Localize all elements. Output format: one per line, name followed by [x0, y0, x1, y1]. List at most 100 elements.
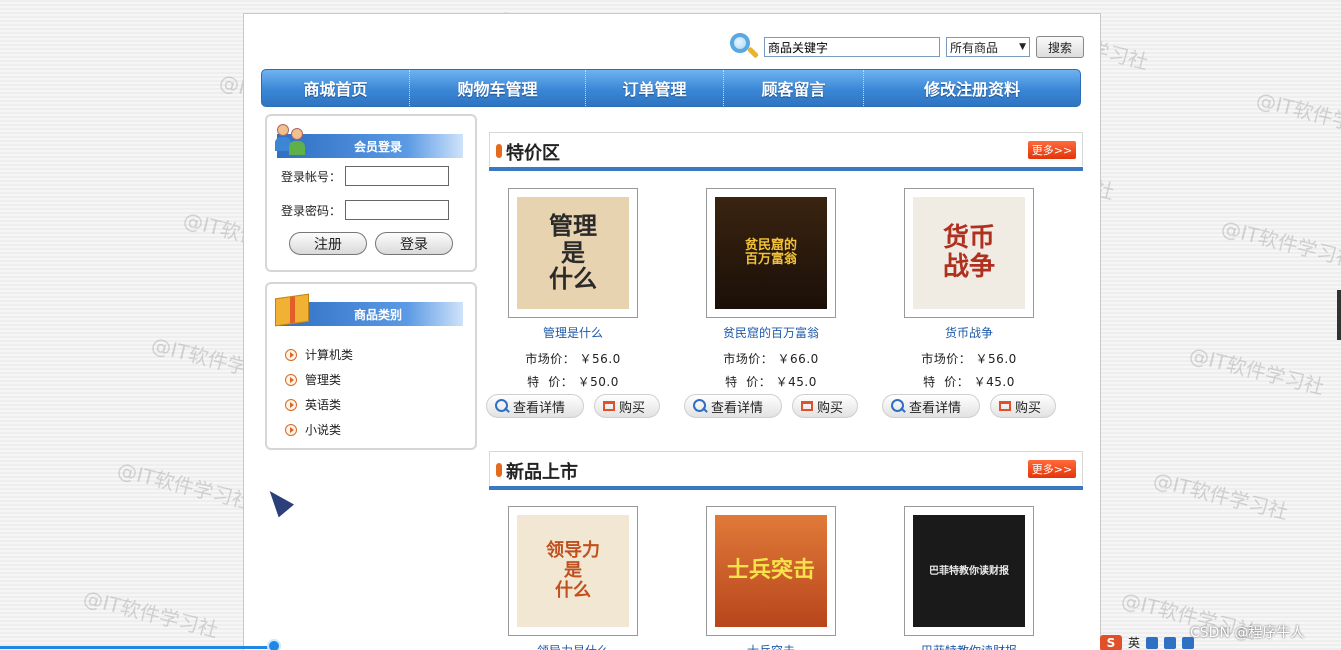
buy-button[interactable]: 购买 [990, 394, 1056, 418]
view-detail-label: 查看详情 [513, 400, 566, 416]
ime-tool-icon[interactable] [1164, 636, 1177, 649]
product-image[interactable]: 贫民窟的 百万富翁 [706, 188, 836, 318]
nav-messages[interactable]: 顾客留言 [724, 70, 864, 106]
register-button[interactable]: 注册 [289, 232, 367, 255]
members-icon [275, 124, 311, 158]
ime-tool-icon[interactable] [1182, 636, 1195, 649]
new-arrivals-header: 新品上市 更多>> [489, 451, 1083, 490]
search-input[interactable] [764, 37, 940, 57]
section-title: 特价区 [506, 143, 560, 164]
account-label: 登录帐号： [281, 169, 342, 184]
special-price-row: 特 价： ￥45.0 [676, 373, 866, 390]
sogou-logo-icon[interactable]: S [1100, 634, 1122, 650]
buy-button[interactable]: 购买 [792, 394, 858, 418]
special-price-row: 特 价： ￥45.0 [874, 373, 1064, 390]
search-button[interactable]: 搜索 [1036, 36, 1084, 58]
buy-label: 购买 [1015, 400, 1042, 416]
product-card: 贫民窟的 百万富翁 贫民窟的百万富翁 市场价： ￥66.0 特 价： ￥45.0… [676, 188, 866, 418]
progress-handle[interactable] [267, 639, 281, 650]
password-label: 登录密码： [281, 203, 342, 218]
watermark: @IT软件学习社 [1186, 342, 1327, 400]
category-label: 管理类 [305, 373, 342, 387]
cover-title: 巴菲特教你读财报 [929, 565, 1009, 577]
product-name[interactable]: 巴菲特教你读财报 [874, 642, 1064, 650]
book-cover: 货币 战争 [913, 197, 1025, 309]
magnifier-icon [891, 399, 905, 413]
login-button[interactable]: 登录 [375, 232, 453, 255]
market-price-label: 市场价： [525, 352, 576, 366]
ime-tool-icon[interactable] [1146, 636, 1159, 649]
account-input[interactable] [345, 166, 450, 186]
book-cover: 士兵突击 [715, 515, 827, 627]
progress-bar[interactable] [0, 646, 274, 649]
market-price-label: 市场价： [723, 352, 774, 366]
product-name[interactable]: 领导力是什么 [478, 642, 668, 650]
view-detail-button[interactable]: 查看详情 [882, 394, 980, 418]
product-image[interactable]: 士兵突击 [706, 506, 836, 636]
magnifier-icon [495, 399, 509, 413]
nav-profile[interactable]: 修改注册资料 [864, 70, 1080, 106]
category-panel: 商品类别 计算机类 管理类 英语类 小说类 [265, 282, 477, 450]
category-item[interactable]: 英语类 [285, 392, 353, 417]
magnifier-icon [728, 31, 760, 63]
credit-text: CSDN @程序牛人 [1190, 625, 1305, 641]
product-image[interactable]: 货币 战争 [904, 188, 1034, 318]
password-input[interactable] [345, 200, 450, 220]
ime-toolbar: S 英 [1100, 634, 1195, 650]
view-detail-button[interactable]: 查看详情 [684, 394, 782, 418]
product-actions: 查看详情 购买 [676, 394, 866, 418]
cover-title: 领导力 是 什么 [546, 540, 600, 601]
special-price: ￥45.0 [973, 375, 1015, 389]
cart-icon [603, 401, 615, 411]
product-image[interactable]: 巴菲特教你读财报 [904, 506, 1034, 636]
nav-cart[interactable]: 购物车管理 [410, 70, 586, 106]
product-actions: 查看详情 购买 [874, 394, 1064, 418]
category-select[interactable]: 所有商品 ▼ [946, 37, 1030, 57]
more-button[interactable]: 更多>> [1028, 460, 1076, 478]
login-panel: 会员登录 登录帐号： 登录密码： 注册 登录 [265, 114, 477, 272]
special-price-label: 特 价： [923, 375, 970, 389]
buy-label: 购买 [619, 400, 646, 416]
special-price-row: 特 价： ￥50.0 [478, 373, 668, 390]
category-label: 小说类 [305, 423, 342, 437]
special-price-label: 特 价： [527, 375, 574, 389]
more-button[interactable]: 更多>> [1028, 141, 1076, 159]
category-item[interactable]: 计算机类 [285, 342, 353, 367]
product-name[interactable]: 贫民窟的百万富翁 [676, 324, 866, 344]
watermark: @IT软件学习社 [1150, 467, 1291, 525]
watermark: @IT软件学习社 [80, 585, 221, 643]
account-row: 登录帐号： [281, 166, 450, 186]
product-card: 士兵突击 士兵突击 [676, 506, 866, 650]
buy-button[interactable]: 购买 [594, 394, 660, 418]
view-detail-button[interactable]: 查看详情 [486, 394, 584, 418]
market-price-row: 市场价： ￥66.0 [676, 350, 866, 367]
book-cover: 管理 是 什么 [517, 197, 629, 309]
section-marker-icon [496, 144, 502, 158]
product-name[interactable]: 管理是什么 [478, 324, 668, 344]
product-name[interactable]: 士兵突击 [676, 642, 866, 650]
special-offer-header: 特价区 更多>> [489, 132, 1083, 171]
arrow-bullet-icon [285, 398, 297, 411]
nav-orders[interactable]: 订单管理 [586, 70, 724, 106]
product-card: 管理 是 什么 管理是什么 市场价： ￥56.0 特 价： ￥50.0 查看详情… [478, 188, 668, 418]
market-price: ￥56.0 [975, 352, 1017, 366]
product-actions: 查看详情 购买 [478, 394, 668, 418]
category-select-value: 所有商品 [950, 40, 999, 55]
market-price: ￥56.0 [579, 352, 621, 366]
category-label: 计算机类 [305, 348, 354, 362]
ime-language[interactable]: 英 [1128, 634, 1140, 650]
section-title: 新品上市 [506, 462, 578, 483]
gift-box-icon [275, 292, 311, 327]
view-detail-label: 查看详情 [711, 400, 764, 416]
product-name[interactable]: 货币战争 [874, 324, 1064, 344]
product-image[interactable]: 管理 是 什么 [508, 188, 638, 318]
cover-title: 货币 战争 [942, 223, 995, 282]
section-marker-icon [496, 463, 502, 477]
password-row: 登录密码： [281, 200, 450, 220]
category-item[interactable]: 管理类 [285, 367, 353, 392]
product-image[interactable]: 领导力 是 什么 [508, 506, 638, 636]
category-item[interactable]: 小说类 [285, 417, 353, 442]
nav-home[interactable]: 商城首页 [262, 70, 410, 106]
book-cover: 贫民窟的 百万富翁 [715, 197, 827, 309]
scrollbar-handle[interactable] [1337, 290, 1341, 340]
